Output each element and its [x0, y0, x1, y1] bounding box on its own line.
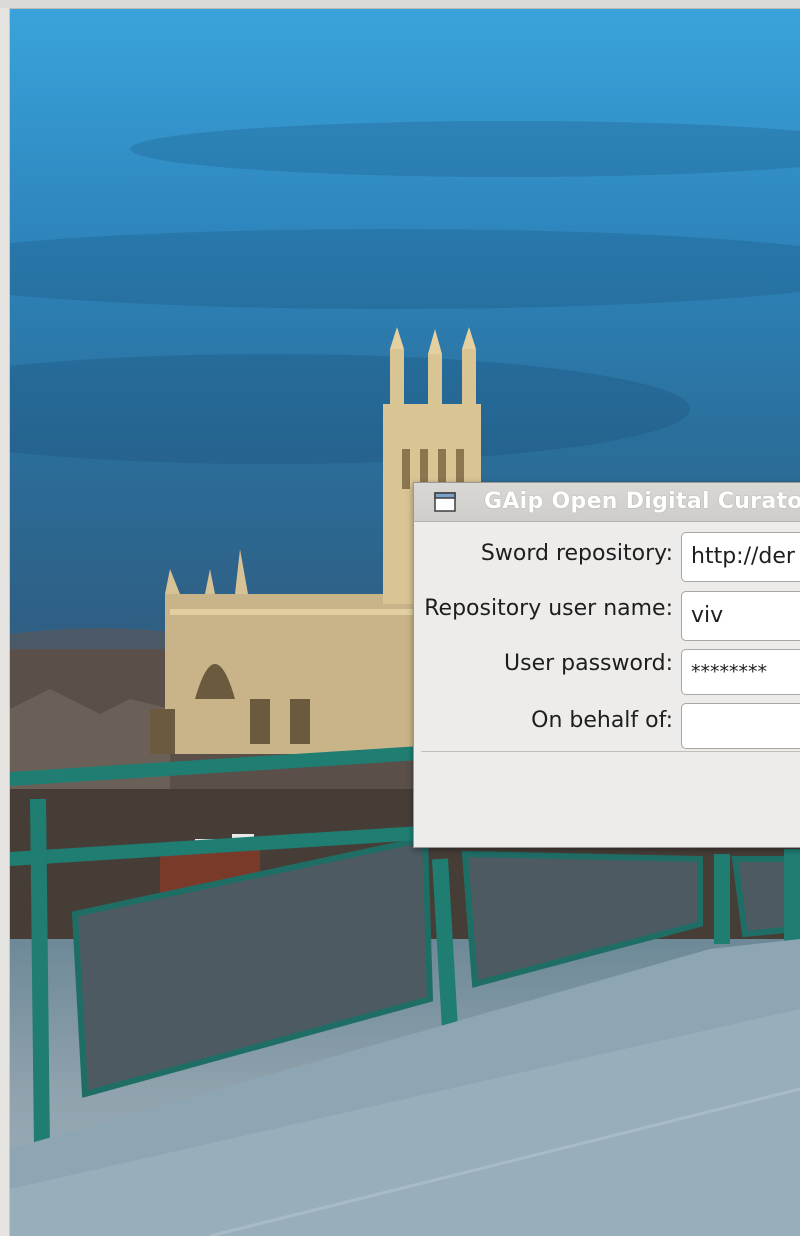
left-panel-edge	[0, 8, 10, 1236]
top-panel-edge	[0, 0, 800, 9]
sword-repository-label: Sword repository:	[480, 541, 673, 566]
on-behalf-of-input[interactable]	[681, 703, 800, 749]
repository-user-name-input[interactable]: viv	[681, 591, 800, 641]
repository-login-dialog: GAip Open Digital Curato Sword repositor…	[413, 482, 800, 848]
dialog-titlebar[interactable]: GAip Open Digital Curato	[414, 483, 800, 522]
repository-user-name-label: Repository user name:	[424, 596, 673, 621]
user-password-input[interactable]: ********	[681, 649, 800, 695]
desktop: GAip Open Digital Curato Sword repositor…	[0, 0, 800, 1236]
window-icon[interactable]	[434, 492, 456, 512]
on-behalf-of-label: On behalf of:	[531, 708, 673, 733]
dialog-title: GAip Open Digital Curato	[484, 489, 800, 514]
user-password-label: User password:	[504, 651, 673, 676]
sword-repository-input[interactable]: http://der	[681, 532, 800, 582]
dialog-separator	[421, 751, 800, 752]
